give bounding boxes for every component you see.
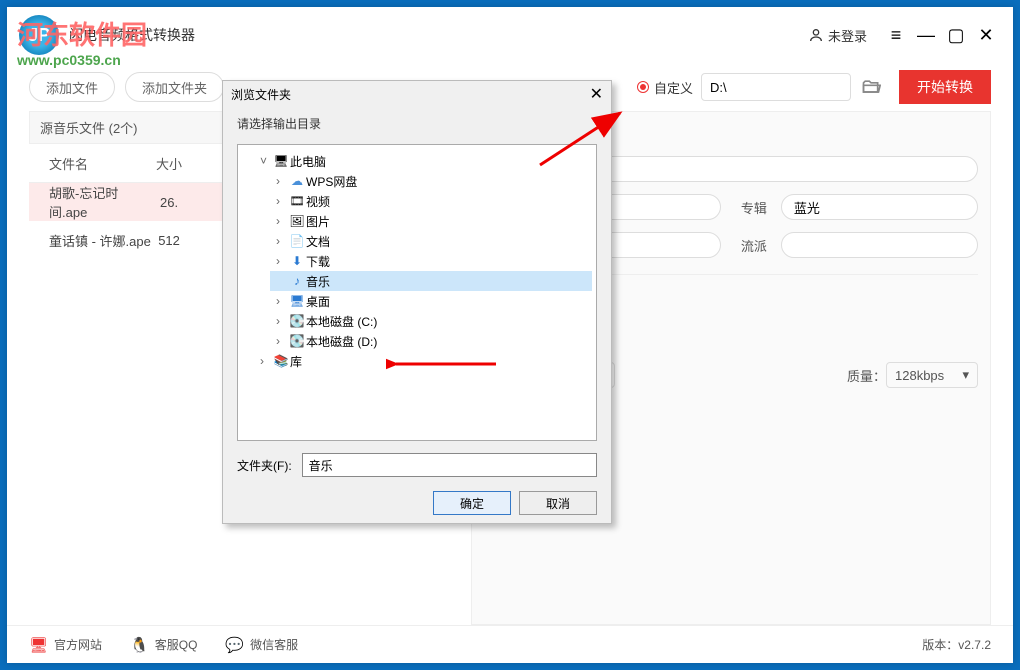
qq-link[interactable]: 🐧客服QQ [130, 636, 197, 654]
disk-icon: 💽 [288, 314, 306, 328]
tree-item[interactable]: ›🎞视频 [270, 191, 592, 211]
tree-item[interactable]: ›🖥桌面 [270, 291, 592, 311]
cloud-icon: ☁ [288, 174, 306, 188]
add-folder-button[interactable]: 添加文件夹 [125, 72, 224, 102]
document-icon: 📄 [288, 234, 306, 248]
output-path-input[interactable] [701, 73, 851, 101]
statusbar: 🖥官方网站 🐧客服QQ 💬微信客服 版本：v2.7.2 [7, 625, 1013, 663]
desktop-icon: 🖥 [288, 294, 306, 308]
custom-path-radio[interactable]: 自定义 [637, 78, 693, 97]
dialog-close-button[interactable]: ✕ [590, 84, 603, 104]
video-icon: 🎞 [288, 194, 306, 208]
tree-item[interactable]: ›📄文档 [270, 231, 592, 251]
tree-item[interactable]: ›💽本地磁盘 (D:) [270, 331, 592, 351]
image-icon: 🖼 [288, 214, 306, 228]
annotation-arrow [530, 105, 640, 175]
folder-tree[interactable]: ˅🖥此电脑 ›☁WPS网盘 ›🎞视频 ›🖼图片 ›📄文档 ›⬇下载 ♪音乐 ›🖥… [237, 144, 597, 441]
id3-genre-input[interactable] [781, 232, 978, 258]
folder-open-icon [861, 77, 881, 97]
watermark-title: 河东软件园 [17, 20, 147, 50]
disk-icon: 💽 [288, 334, 306, 348]
wechat-icon: 💬 [225, 636, 244, 654]
titlebar: JP 闪电音频格式转换器 未登录 ≡ — ▢ ✕ [7, 7, 1013, 63]
tree-item[interactable]: ›🖼图片 [270, 211, 592, 231]
tree-item[interactable]: ›⬇下载 [270, 251, 592, 271]
website-link[interactable]: 🖥官方网站 [29, 636, 102, 654]
watermark: 河东软件园 www.pc0359.cn [17, 15, 147, 68]
wechat-link[interactable]: 💬微信客服 [225, 636, 298, 654]
tree-item[interactable]: ›💽本地磁盘 (C:) [270, 311, 592, 331]
version-label: 版本：v2.7.2 [922, 636, 991, 653]
tree-item-selected[interactable]: ♪音乐 [270, 271, 592, 291]
login-link[interactable]: 未登录 [808, 26, 867, 45]
quality-select[interactable]: 128kbps▾ [886, 362, 978, 388]
computer-icon: 🖥 [272, 154, 290, 168]
qq-icon: 🐧 [130, 636, 149, 654]
chevron-down-icon: ▾ [962, 367, 969, 383]
col-filename: 文件名 [29, 144, 152, 183]
folder-label: 文件夹(F): [237, 457, 292, 474]
menu-button[interactable]: ≡ [881, 20, 911, 50]
watermark-url: www.pc0359.cn [17, 52, 147, 68]
ok-button[interactable]: 确定 [433, 491, 511, 515]
download-icon: ⬇ [288, 254, 306, 268]
library-icon: 📚 [272, 354, 290, 368]
user-icon [808, 27, 824, 43]
add-file-button[interactable]: 添加文件 [29, 72, 115, 102]
minimize-button[interactable]: — [911, 20, 941, 50]
close-button[interactable]: ✕ [971, 20, 1001, 50]
folder-name-input[interactable] [302, 453, 597, 477]
music-icon: ♪ [288, 274, 306, 288]
col-size: 大小 [152, 144, 187, 183]
dialog-title: 浏览文件夹 [231, 86, 291, 103]
browse-folder-button[interactable] [857, 73, 885, 101]
maximize-button[interactable]: ▢ [941, 20, 971, 50]
id3-album-input[interactable] [781, 194, 978, 220]
start-convert-button[interactable]: 开始转换 [899, 70, 991, 104]
monitor-icon: 🖥 [29, 636, 48, 654]
annotation-arrow [386, 354, 506, 384]
cancel-button[interactable]: 取消 [519, 491, 597, 515]
